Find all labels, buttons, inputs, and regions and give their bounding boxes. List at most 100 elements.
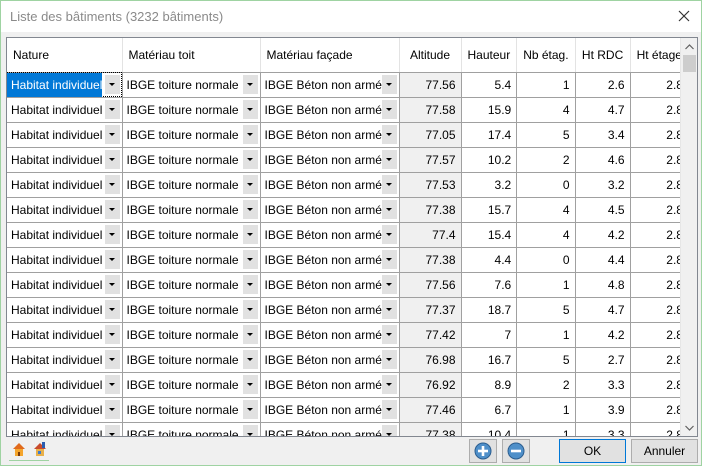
ht-rdc-cell[interactable]: 4.8 [575, 272, 631, 298]
dropdown-arrow-icon[interactable] [104, 199, 120, 219]
altitude-cell[interactable]: 77.53 [399, 172, 462, 198]
column-header-ht-rdc[interactable]: Ht RDC [575, 38, 631, 73]
dropdown-arrow-icon[interactable] [381, 374, 397, 394]
nb-etages-cell[interactable]: 4 [516, 197, 576, 223]
nature-combo[interactable]: Habitat individuel [7, 297, 123, 323]
nature-combo[interactable]: Habitat individuel [7, 197, 123, 223]
hauteur-cell[interactable]: 8.9 [461, 372, 518, 398]
column-header-nb-etages[interactable]: Nb étag. [516, 38, 576, 73]
materiau-facade-combo[interactable]: IBGE Béton non armé [260, 172, 400, 198]
dropdown-arrow-icon[interactable] [242, 174, 258, 194]
nature-combo[interactable]: Habitat individuel [7, 397, 123, 423]
nature-combo[interactable]: Habitat individuel [7, 347, 123, 373]
materiau-facade-combo[interactable]: IBGE Béton non armé [260, 372, 400, 398]
materiau-toit-combo[interactable]: IBGE toiture normale [122, 422, 261, 436]
altitude-cell[interactable]: 77.38 [399, 422, 462, 436]
dropdown-arrow-icon[interactable] [242, 424, 258, 436]
column-header-nature[interactable]: Nature [7, 38, 123, 73]
materiau-toit-combo[interactable]: IBGE toiture normale [122, 147, 261, 173]
hauteur-cell[interactable]: 4.4 [461, 247, 518, 273]
hauteur-cell[interactable]: 5.4 [461, 72, 518, 98]
materiau-facade-combo[interactable]: IBGE Béton non armé [260, 397, 400, 423]
table-row[interactable]: Habitat individuel IBGE toiture normale IB… [7, 147, 689, 173]
nb-etages-cell[interactable]: 1 [516, 72, 576, 98]
altitude-cell[interactable]: 77.56 [399, 72, 462, 98]
hauteur-cell[interactable]: 7.6 [461, 272, 518, 298]
remove-building-button[interactable] [502, 439, 530, 463]
nature-combo[interactable]: Habitat individuel [7, 247, 123, 273]
nature-combo[interactable]: Habitat individuel [7, 72, 123, 98]
materiau-facade-combo[interactable]: IBGE Béton non armé [260, 322, 400, 348]
dropdown-arrow-icon[interactable] [381, 299, 397, 319]
hauteur-cell[interactable]: 7 [461, 322, 518, 348]
materiau-facade-combo[interactable]: IBGE Béton non armé [260, 347, 400, 373]
dropdown-arrow-icon[interactable] [381, 124, 397, 144]
nb-etages-cell[interactable]: 5 [516, 122, 576, 148]
dropdown-arrow-icon[interactable] [242, 199, 258, 219]
dropdown-arrow-icon[interactable] [104, 274, 120, 294]
hauteur-cell[interactable]: 6.7 [461, 397, 518, 423]
materiau-toit-combo[interactable]: IBGE toiture normale [122, 72, 261, 98]
dropdown-arrow-icon[interactable] [104, 224, 120, 244]
altitude-cell[interactable]: 77.56 [399, 272, 462, 298]
dropdown-arrow-icon[interactable] [104, 124, 120, 144]
nature-combo[interactable]: Habitat individuel [7, 147, 123, 173]
materiau-facade-combo[interactable]: IBGE Béton non armé [260, 272, 400, 298]
altitude-cell[interactable]: 76.92 [399, 372, 462, 398]
dropdown-arrow-icon[interactable] [104, 299, 120, 319]
altitude-cell[interactable]: 77.58 [399, 97, 462, 123]
ht-rdc-cell[interactable]: 2.7 [575, 347, 631, 373]
table-row[interactable]: Habitat individuel IBGE toiture normale IB… [7, 322, 689, 348]
materiau-facade-combo[interactable]: IBGE Béton non armé [260, 422, 400, 436]
table-row[interactable]: Habitat individuel IBGE toiture normale IB… [7, 347, 689, 373]
nb-etages-cell[interactable]: 1 [516, 397, 576, 423]
close-button[interactable] [673, 5, 695, 27]
nb-etages-cell[interactable]: 1 [516, 272, 576, 298]
hauteur-cell[interactable]: 16.7 [461, 347, 518, 373]
altitude-cell[interactable]: 77.05 [399, 122, 462, 148]
nature-combo[interactable]: Habitat individuel [7, 222, 123, 248]
ht-rdc-cell[interactable]: 4.2 [575, 322, 631, 348]
dropdown-arrow-icon[interactable] [242, 324, 258, 344]
dropdown-arrow-icon[interactable] [242, 124, 258, 144]
hauteur-cell[interactable]: 3.2 [461, 172, 518, 198]
materiau-facade-combo[interactable]: IBGE Béton non armé [260, 247, 400, 273]
materiau-toit-combo[interactable]: IBGE toiture normale [122, 347, 261, 373]
nature-combo[interactable]: Habitat individuel [7, 97, 123, 123]
dropdown-arrow-icon[interactable] [104, 174, 120, 194]
materiau-toit-combo[interactable]: IBGE toiture normale [122, 97, 261, 123]
materiau-facade-combo[interactable]: IBGE Béton non armé [260, 197, 400, 223]
cancel-button[interactable]: Annuler [631, 439, 698, 463]
materiau-toit-combo[interactable]: IBGE toiture normale [122, 247, 261, 273]
nature-combo[interactable]: Habitat individuel [7, 372, 123, 398]
dropdown-arrow-icon[interactable] [242, 349, 258, 369]
hauteur-cell[interactable]: 15.7 [461, 197, 518, 223]
house-icon[interactable] [11, 441, 27, 457]
buildings-grid[interactable]: Nature Matériau toit Matériau façade Alt… [6, 37, 698, 437]
materiau-toit-combo[interactable]: IBGE toiture normale [122, 397, 261, 423]
nature-combo[interactable]: Habitat individuel [7, 172, 123, 198]
dropdown-arrow-icon[interactable] [381, 99, 397, 119]
dropdown-arrow-icon[interactable] [242, 274, 258, 294]
column-header-hauteur[interactable]: Hauteur [461, 38, 518, 73]
ht-rdc-cell[interactable]: 3.3 [575, 372, 631, 398]
nature-combo[interactable]: Habitat individuel [7, 272, 123, 298]
dropdown-arrow-icon[interactable] [242, 299, 258, 319]
altitude-cell[interactable]: 77.57 [399, 147, 462, 173]
nature-combo[interactable]: Habitat individuel [7, 122, 123, 148]
altitude-cell[interactable]: 77.46 [399, 397, 462, 423]
dropdown-arrow-icon[interactable] [381, 324, 397, 344]
dropdown-arrow-icon[interactable] [242, 99, 258, 119]
dropdown-arrow-icon[interactable] [242, 399, 258, 419]
nb-etages-cell[interactable]: 4 [516, 97, 576, 123]
ht-rdc-cell[interactable]: 3.9 [575, 397, 631, 423]
column-header-altitude[interactable]: Altitude [399, 38, 462, 73]
altitude-cell[interactable]: 77.37 [399, 297, 462, 323]
dropdown-arrow-icon[interactable] [381, 249, 397, 269]
dropdown-arrow-icon[interactable] [104, 74, 120, 94]
materiau-facade-combo[interactable]: IBGE Béton non armé [260, 72, 400, 98]
materiau-facade-combo[interactable]: IBGE Béton non armé [260, 297, 400, 323]
materiau-facade-combo[interactable]: IBGE Béton non armé [260, 122, 400, 148]
nb-etages-cell[interactable]: 5 [516, 297, 576, 323]
dropdown-arrow-icon[interactable] [381, 224, 397, 244]
